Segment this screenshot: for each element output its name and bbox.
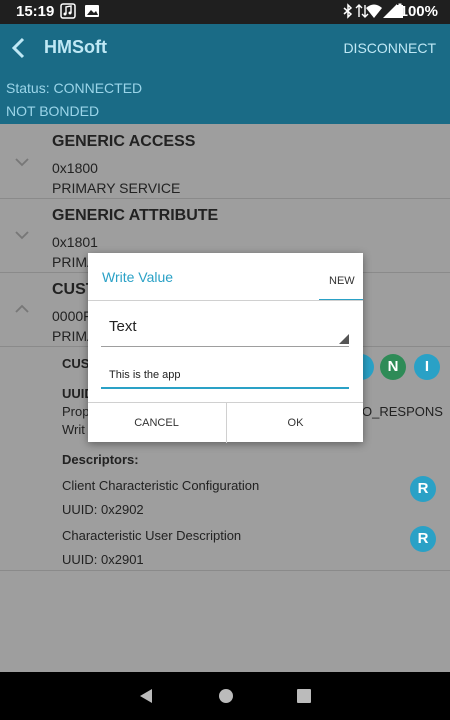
clock: 15:19: [16, 3, 55, 20]
descriptor-uuid: UUID: 0x2901: [62, 552, 144, 567]
connection-info: Status: CONNECTED NOT BONDED: [0, 72, 450, 124]
device-name: HMSoft: [44, 37, 107, 57]
bond-status: NOT BONDED: [6, 103, 100, 119]
read-badge[interactable]: R: [410, 526, 436, 552]
descriptor-name: Client Characteristic Configuration: [62, 478, 260, 493]
divider: [0, 570, 450, 571]
dialog-buttons: CANCEL OK: [88, 402, 363, 443]
value-text: This is the app: [109, 369, 181, 381]
indicate-badge[interactable]: I: [414, 354, 440, 380]
properties-value: O_RESPONS: [362, 404, 443, 419]
service-name: GENERIC ACCESS: [52, 133, 196, 150]
disconnect-button[interactable]: DISCONNECT: [343, 40, 436, 56]
service-uuid: 0x1801: [52, 234, 98, 250]
wifi-icon: [366, 4, 382, 18]
service-uuid: 0000F: [52, 308, 92, 324]
connection-status: Status: CONNECTED: [6, 80, 143, 96]
service-item[interactable]: GENERIC ACCESS 0x1800 PRIMARY SERVICE: [0, 124, 450, 199]
descriptor-name: Characteristic User Description: [62, 528, 242, 543]
service-name: GENERIC ATTRIBUTE: [52, 207, 219, 224]
back-arrow-icon[interactable]: [10, 36, 28, 60]
notify-badge[interactable]: N: [380, 354, 406, 380]
app-bar: HMSoft DISCONNECT: [0, 24, 450, 72]
divider: [88, 300, 363, 301]
home-nav-icon[interactable]: [218, 688, 234, 704]
back-nav-icon[interactable]: [138, 688, 154, 704]
chevron-down-icon: [15, 231, 29, 240]
write-type-label: Writ: [62, 422, 85, 437]
battery-percent: 100%: [399, 3, 438, 20]
service-uuid: 0x1800: [52, 160, 98, 176]
characteristic-name: CUS: [62, 356, 90, 371]
cancel-button[interactable]: CANCEL: [88, 403, 225, 443]
format-dropdown[interactable]: Text: [101, 310, 349, 347]
dialog-title: Write Value: [102, 269, 174, 285]
format-selected: Text: [109, 318, 137, 335]
tab-new[interactable]: NEW: [319, 253, 363, 301]
properties-label: Prop: [62, 404, 90, 419]
chevron-down-icon: [15, 158, 29, 167]
ok-button[interactable]: OK: [226, 403, 364, 443]
dropdown-triangle-icon: [339, 334, 349, 344]
chevron-up-icon: [15, 304, 29, 313]
value-input[interactable]: This is the app: [101, 363, 349, 389]
music-note-icon: [60, 3, 76, 19]
image-icon: [85, 5, 99, 17]
read-badge[interactable]: R: [410, 476, 436, 502]
recents-nav-icon[interactable]: [296, 688, 312, 704]
descriptor-uuid: UUID: 0x2902: [62, 502, 144, 517]
tab-new-label: NEW: [329, 275, 355, 287]
service-type: PRIMARY SERVICE: [52, 180, 181, 196]
navigation-bar: [0, 672, 450, 720]
write-value-dialog: Write Value NEW Text This is the app CAN…: [88, 253, 363, 443]
status-bar: 15:19 100%: [0, 0, 450, 24]
descriptors-heading: Descriptors:: [62, 452, 139, 467]
